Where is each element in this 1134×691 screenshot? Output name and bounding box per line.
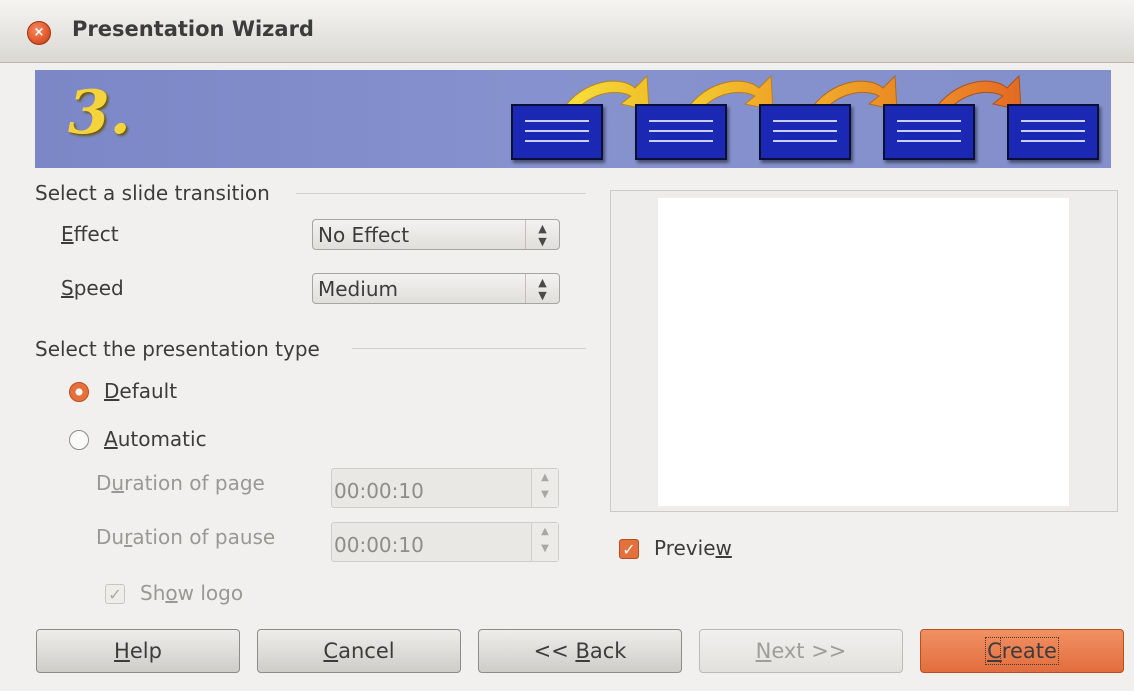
next-button[interactable]: Next >> [699,629,903,673]
updown-icon: ▲ ▼ [525,274,559,303]
automatic-label[interactable]: Automatic [104,427,207,451]
updown-icon: ▲ ▼ [525,220,559,249]
cancel-button[interactable]: Cancel [257,629,461,673]
effect-value: No Effect [318,223,410,247]
show-logo-label[interactable]: Show logo [140,581,243,605]
window-title: Presentation Wizard [72,17,314,41]
show-logo-checkbox[interactable]: ✓ [105,584,125,604]
help-button[interactable]: Help [36,629,240,673]
separator [352,348,586,349]
back-button[interactable]: << Back [478,629,682,673]
spin-icon[interactable]: ▲ ▼ [531,523,558,561]
title-bar: × Presentation Wizard [0,0,1134,63]
default-label[interactable]: Default [104,379,177,403]
preview-canvas [658,198,1069,506]
create-button[interactable]: Create [920,629,1124,673]
slide-icon [759,104,851,160]
preview-checkbox[interactable]: ✓ [619,539,639,559]
wizard-banner: 3. [35,70,1111,168]
duration-page-field[interactable]: 00:00:10 ▲ ▼ [331,468,559,508]
duration-pause-value: 00:00:10 [334,533,424,557]
effect-label: Effect [61,222,119,246]
automatic-radio[interactable] [69,430,89,450]
separator [296,193,586,194]
default-radio[interactable] [69,382,89,402]
duration-page-value: 00:00:10 [334,479,424,503]
duration-pause-label: Duration of pause [96,525,276,549]
preview-label[interactable]: Preview [654,536,732,560]
slide-icon [511,104,603,160]
preview-frame [610,190,1118,512]
close-icon[interactable]: × [27,21,51,45]
speed-value: Medium [318,277,398,301]
slide-icon [635,104,727,160]
duration-pause-field[interactable]: 00:00:10 ▲ ▼ [331,522,559,562]
speed-select[interactable]: Medium ▲ ▼ [312,273,560,304]
spin-icon[interactable]: ▲ ▼ [531,469,558,507]
type-heading: Select the presentation type [35,337,320,361]
transition-heading: Select a slide transition [35,181,270,205]
speed-label: Speed [61,276,124,300]
duration-page-label: Duration of page [96,471,265,495]
effect-select[interactable]: No Effect ▲ ▼ [312,219,560,250]
slide-icon [883,104,975,160]
slide-icon [1007,104,1099,160]
